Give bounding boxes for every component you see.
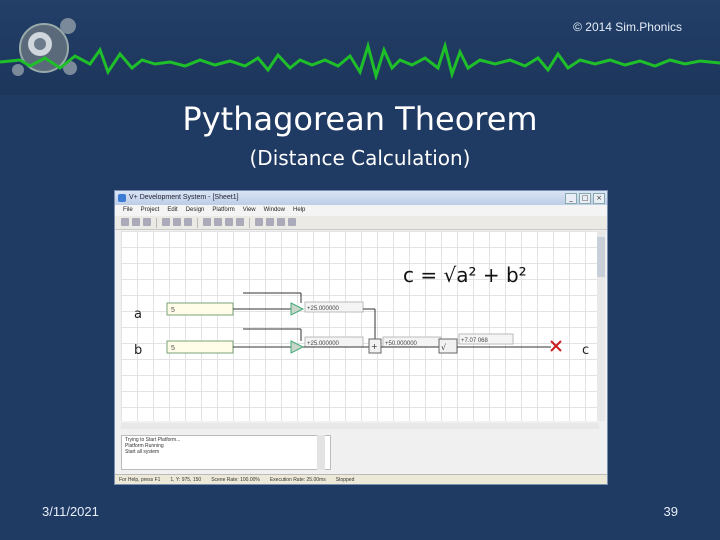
square-b-value: +25.000000 bbox=[307, 341, 340, 347]
stop-icon[interactable] bbox=[266, 218, 274, 226]
square-a-block bbox=[290, 302, 305, 316]
square-a-value: +25.000000 bbox=[307, 306, 340, 312]
run-icon[interactable] bbox=[255, 218, 263, 226]
header-banner: © 2014 Sim.Phonics bbox=[0, 0, 720, 95]
library-icon[interactable] bbox=[236, 218, 244, 226]
menu-platform[interactable]: Platform bbox=[212, 205, 234, 216]
formula-label: c = √a² + b² bbox=[403, 263, 527, 287]
slide-date: 3/11/2021 bbox=[42, 504, 99, 519]
copy-icon[interactable] bbox=[173, 218, 181, 226]
app-icon bbox=[118, 194, 126, 202]
vertical-scrollbar[interactable] bbox=[597, 231, 605, 421]
maximize-button[interactable]: □ bbox=[579, 193, 591, 204]
toolbar bbox=[115, 216, 607, 230]
label-a: a bbox=[134, 307, 142, 322]
pointer-icon[interactable] bbox=[203, 218, 211, 226]
new-icon[interactable] bbox=[121, 218, 129, 226]
status-scene-rate: Scene Rate: 100.00% bbox=[211, 477, 260, 483]
app-window: V+ Development System - [Sheet1] _ □ × F… bbox=[114, 190, 608, 485]
input-b-box bbox=[166, 340, 234, 354]
menu-window[interactable]: Window bbox=[264, 205, 285, 216]
sqrt-value: +7.07 068 bbox=[461, 338, 489, 344]
svg-text:+: + bbox=[371, 342, 378, 351]
status-coords: 1, Y: 975, 150 bbox=[170, 477, 202, 483]
sum-value: +50.000000 bbox=[385, 341, 418, 347]
input-b-value: 5 bbox=[171, 345, 175, 352]
menu-bar: File Project Edit Design Platform View W… bbox=[115, 205, 607, 216]
menu-file[interactable]: File bbox=[123, 205, 133, 216]
menu-design[interactable]: Design bbox=[186, 205, 205, 216]
window-titlebar: V+ Development System - [Sheet1] _ □ × bbox=[115, 191, 607, 205]
status-help: For Help, press F1 bbox=[119, 477, 161, 483]
status-state: Stopped bbox=[335, 477, 355, 483]
input-a-value: 5 bbox=[171, 307, 175, 314]
log-line: Start all system bbox=[125, 449, 160, 455]
square-b-block bbox=[290, 340, 305, 354]
open-icon[interactable] bbox=[132, 218, 140, 226]
diagram-canvas[interactable]: 5 5 +25.000000 +25.000000 + +50.000000 √… bbox=[121, 231, 599, 421]
status-bar: For Help, press F1 1, Y: 975, 150 Scene … bbox=[115, 474, 607, 484]
status-exec-rate: Execution Rate: 25.00ms bbox=[269, 477, 326, 483]
save-icon[interactable] bbox=[143, 218, 151, 226]
paste-icon[interactable] bbox=[184, 218, 192, 226]
close-button[interactable]: × bbox=[593, 193, 605, 204]
cut-icon[interactable] bbox=[162, 218, 170, 226]
menu-help[interactable]: Help bbox=[293, 205, 305, 216]
connect-icon[interactable] bbox=[214, 218, 222, 226]
slide-title: Pythagorean Theorem bbox=[182, 100, 538, 138]
horizontal-scrollbar[interactable] bbox=[121, 423, 599, 429]
output-log: Trying to Start Platform... Platform Run… bbox=[121, 435, 331, 470]
input-a-box bbox=[166, 302, 234, 316]
minimize-button[interactable]: _ bbox=[565, 193, 577, 204]
copyright-text: © 2014 Sim.Phonics bbox=[573, 20, 682, 34]
step-icon[interactable] bbox=[277, 218, 285, 226]
log-scrollbar[interactable] bbox=[317, 435, 325, 470]
block-diagram: 5 5 +25.000000 +25.000000 + +50.000000 √… bbox=[166, 292, 562, 354]
menu-project[interactable]: Project bbox=[141, 205, 160, 216]
page-number: 39 bbox=[663, 504, 678, 519]
label-c: c bbox=[582, 343, 590, 358]
window-title: V+ Development System - [Sheet1] bbox=[129, 194, 239, 201]
slide-subtitle: (Distance Calculation) bbox=[249, 146, 471, 170]
label-b: b bbox=[134, 343, 143, 358]
text-icon[interactable] bbox=[225, 218, 233, 226]
menu-edit[interactable]: Edit bbox=[167, 205, 177, 216]
svg-text:√: √ bbox=[441, 343, 447, 352]
pause-icon[interactable] bbox=[288, 218, 296, 226]
menu-view[interactable]: View bbox=[243, 205, 256, 216]
gear-logo-icon bbox=[12, 18, 77, 76]
